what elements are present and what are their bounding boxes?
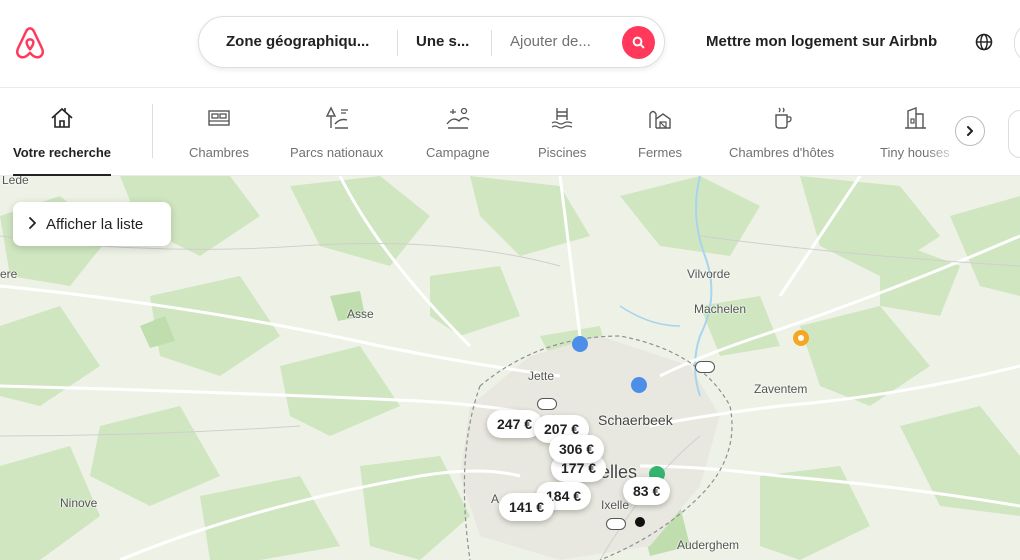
place-label: Ninove	[60, 496, 98, 510]
category-label: Votre recherche	[13, 145, 112, 160]
trash-poi-icon	[631, 377, 647, 393]
camera-poi-icon	[572, 336, 588, 352]
show-list-button[interactable]: Afficher la liste	[13, 202, 171, 246]
category-divider	[152, 104, 153, 158]
price-pin[interactable]: 306 €	[549, 435, 605, 463]
national-park-icon	[325, 106, 348, 129]
category-bar: Votre recherche Chambres Parcs nationaux…	[0, 88, 1020, 176]
place-label: Auderghem	[677, 538, 740, 552]
place-label: ere	[0, 267, 18, 281]
chevron-right-icon	[27, 216, 37, 233]
dates-field[interactable]: Une s...	[416, 33, 478, 50]
coffee-cup-icon	[774, 107, 792, 129]
category-label: Parcs nationaux	[290, 145, 384, 160]
category-fermes[interactable]: Fermes	[638, 102, 682, 176]
category-label: Fermes	[638, 145, 683, 160]
place-label: Asse	[347, 307, 374, 321]
location-field[interactable]: Zone géographiqu...	[226, 33, 386, 50]
guests-field[interactable]: Ajouter de...	[510, 33, 610, 50]
pool-icon	[551, 108, 573, 129]
place-label: Schaerbeek	[598, 412, 673, 428]
category-piscines[interactable]: Piscines	[538, 102, 586, 176]
place-label: Vilvorde	[687, 267, 731, 281]
home-search-icon	[51, 107, 73, 128]
host-link[interactable]: Mettre mon logement sur Airbnb	[706, 33, 937, 50]
place-label: A	[491, 492, 500, 506]
map-view[interactable]: Lede ere Vilvorde Machelen Asse Jette Za…	[0, 176, 1020, 560]
category-parcs-nationaux[interactable]: Parcs nationaux	[290, 102, 383, 176]
place-label: Ixelle	[601, 498, 630, 512]
search-divider	[491, 30, 492, 56]
search-divider	[397, 30, 398, 56]
map-pin[interactable]	[606, 518, 626, 530]
category-chambres[interactable]: Chambres	[189, 102, 249, 176]
place-label: Jette	[528, 369, 555, 383]
category-votre-recherche[interactable]: Votre recherche	[13, 102, 112, 176]
place-label: Lede	[2, 176, 29, 187]
chevron-right-icon	[967, 126, 973, 136]
show-list-label: Afficher la liste	[46, 215, 144, 233]
top-header: Zone géographiqu... Une s... Ajouter de.…	[0, 0, 1020, 88]
search-icon	[632, 36, 645, 49]
category-chambres-dhotes[interactable]: Chambres d'hôtes	[729, 102, 834, 176]
airbnb-logo-icon[interactable]	[12, 24, 48, 62]
category-label: Campagne	[426, 145, 490, 160]
category-next-button[interactable]	[955, 116, 985, 146]
bed-icon	[208, 110, 230, 126]
search-bar[interactable]: Zone géographiqu... Une s... Ajouter de.…	[198, 16, 665, 68]
category-label: Chambres	[189, 145, 249, 160]
filters-button[interactable]	[1008, 110, 1020, 158]
price-pin[interactable]: 83 €	[623, 477, 671, 505]
category-label: Piscines	[538, 145, 587, 160]
location-marker-icon	[635, 517, 645, 527]
map-pin[interactable]	[537, 398, 557, 410]
countryside-icon	[446, 107, 470, 129]
map-pin[interactable]	[695, 361, 715, 373]
category-label: Chambres d'hôtes	[729, 145, 835, 160]
globe-icon[interactable]	[974, 32, 994, 52]
search-button[interactable]	[622, 26, 655, 59]
category-campagne[interactable]: Campagne	[426, 102, 490, 176]
place-label: Machelen	[694, 302, 747, 316]
price-pin[interactable]: 141 €	[499, 493, 555, 521]
profile-menu-button[interactable]	[1014, 22, 1020, 64]
farm-icon	[649, 110, 671, 129]
place-label: Zaventem	[754, 382, 808, 396]
